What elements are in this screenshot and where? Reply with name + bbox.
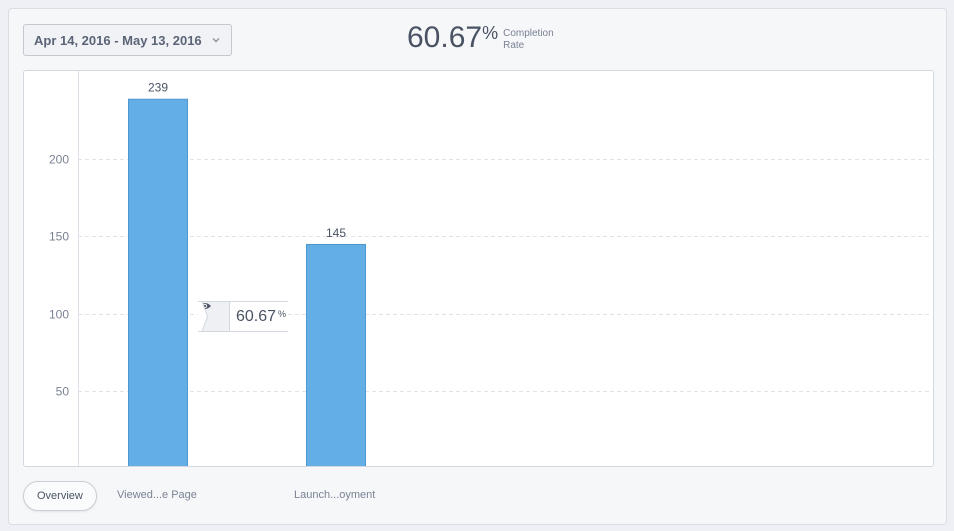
funnel-bar-chart: 50 100 150 200 239 145 [49, 71, 929, 467]
y-tick-label: 150 [49, 230, 69, 244]
bar-data-label: 239 [148, 81, 168, 95]
tab-step-launch-deployment[interactable]: Launch...oyment [294, 489, 375, 501]
y-tick-label: 50 [56, 385, 70, 399]
tooltip-value: 60.67 [236, 307, 277, 325]
chevron-down-icon [212, 38, 220, 43]
date-range-text: Apr 14, 2016 - May 13, 2016 [34, 32, 202, 48]
completion-rate: 60.67 % Completion Rate [407, 21, 554, 55]
step-tabs: Overview [23, 481, 97, 511]
funnel-panel: Apr 14, 2016 - May 13, 2016 60.67 % Comp… [8, 8, 947, 525]
tooltip-suffix: % [278, 308, 287, 319]
bar[interactable] [128, 98, 188, 467]
completion-label-line1: Completion [503, 28, 554, 39]
bar[interactable] [306, 243, 366, 467]
completion-rate-suffix: % [482, 23, 499, 43]
completion-rate-label: Completion Rate [503, 28, 554, 52]
conversion-tooltip: 60.67 % [198, 301, 289, 332]
date-range-select[interactable]: Apr 14, 2016 - May 13, 2016 [23, 24, 232, 56]
tooltip-value-box: 60.67 % [229, 301, 289, 332]
tab-step-viewed-page[interactable]: Viewed...e Page [117, 489, 197, 501]
chart-area: 50 100 150 200 239 145 60.67 % [23, 70, 934, 467]
completion-label-line2: Rate [503, 40, 525, 51]
y-tick-label: 100 [49, 308, 69, 322]
tooltip-arrow [198, 301, 208, 332]
bar-data-label: 145 [326, 226, 346, 240]
completion-rate-value: 60.67 [407, 21, 483, 54]
y-tick-label: 200 [49, 153, 69, 167]
tab-overview[interactable]: Overview [23, 481, 97, 511]
